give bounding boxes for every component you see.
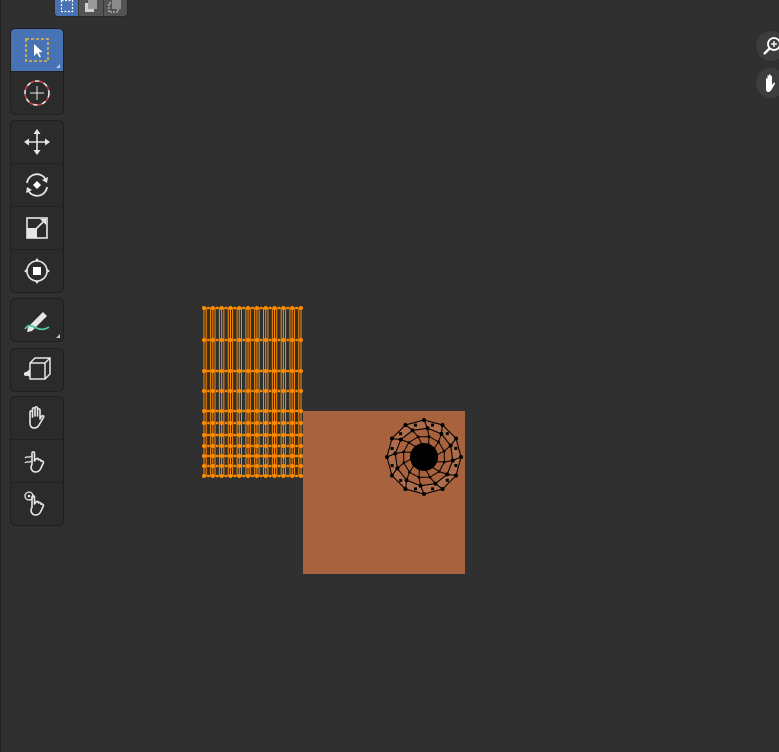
- uv-viewport[interactable]: [0, 0, 779, 752]
- uv-island-selected-grid[interactable]: [202, 306, 303, 478]
